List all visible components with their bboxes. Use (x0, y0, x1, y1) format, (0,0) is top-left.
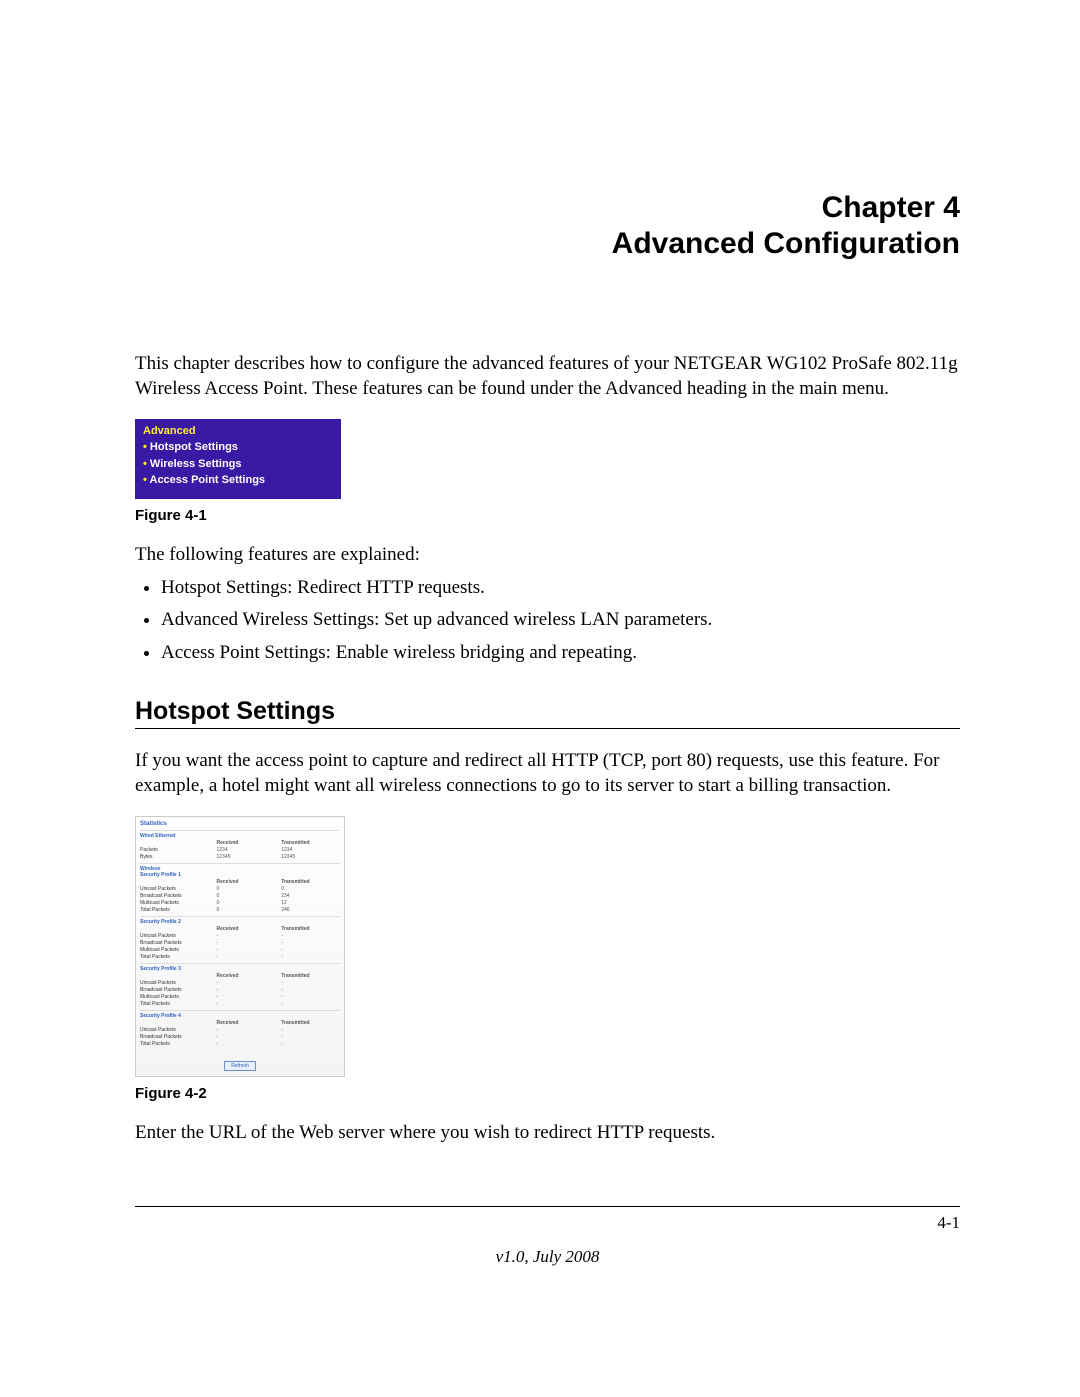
features-list: Hotspot Settings: Redirect HTTP requests… (135, 574, 960, 668)
chapter-name: Advanced Configuration (135, 226, 960, 262)
page-number: 4-1 (135, 1213, 960, 1233)
intro-paragraph: This chapter describes how to configure … (135, 352, 960, 401)
advanced-menu-figure: Advanced Hotspot Settings Wireless Setti… (135, 419, 341, 499)
menu-item-ap: Access Point Settings (143, 472, 333, 489)
menu-item-hotspot: Hotspot Settings (143, 439, 333, 456)
document-page: Chapter 4 Advanced Configuration This ch… (0, 0, 1080, 1347)
chapter-title: Chapter 4 Advanced Configuration (135, 190, 960, 262)
menu-item-wireless: Wireless Settings (143, 456, 333, 473)
section-heading-hotspot: Hotspot Settings (135, 697, 960, 726)
statistics-figure: Statistics Wired Ethernet ReceivedTransm… (135, 816, 345, 1077)
figure-2-caption: Figure 4-2 (135, 1085, 960, 1102)
post-figure2-text: Enter the URL of the Web server where yo… (135, 1121, 960, 1146)
feature-item: Access Point Settings: Enable wireless b… (161, 639, 960, 668)
feature-item: Advanced Wireless Settings: Set up advan… (161, 606, 960, 635)
menu-heading: Advanced (143, 425, 333, 437)
feature-item: Hotspot Settings: Redirect HTTP requests… (161, 574, 960, 603)
footer-rule (135, 1206, 960, 1207)
chapter-number: Chapter 4 (135, 190, 960, 226)
hotspot-paragraph: If you want the access point to capture … (135, 749, 960, 798)
version-footer: v1.0, July 2008 (135, 1247, 960, 1267)
section-rule (135, 728, 960, 729)
figure-1-caption: Figure 4-1 (135, 507, 960, 524)
features-intro: The following features are explained: (135, 543, 960, 568)
